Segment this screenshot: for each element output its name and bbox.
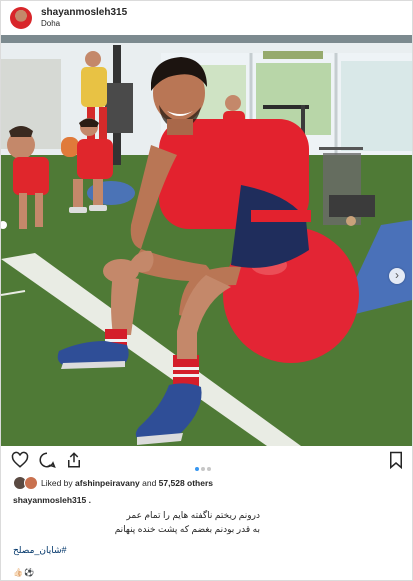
likes-middle: and xyxy=(139,478,159,488)
caption-username[interactable]: shayanmosleh315 . xyxy=(13,495,91,505)
caption-hashtag[interactable]: #شایان_مصلح xyxy=(13,545,67,556)
comment-icon[interactable] xyxy=(38,451,56,469)
likes-count[interactable]: 57,528 others xyxy=(159,478,213,488)
likes-prefix: Liked by xyxy=(41,478,76,488)
likes-text: Liked by afshinpeiravany and 57,528 othe… xyxy=(41,478,213,488)
carousel-dot xyxy=(195,467,199,471)
instagram-post: shayanmosleh315 Doha › Liked by afshinpe… xyxy=(0,0,413,581)
bookmark-icon[interactable] xyxy=(387,451,405,469)
caption-emoji: 👍🏻⚽ xyxy=(13,568,35,577)
caption-line-2: به قدر بودنم بغضم که پشت خنده پنهانم xyxy=(114,524,260,534)
heart-icon[interactable] xyxy=(11,451,29,469)
share-icon[interactable] xyxy=(65,451,83,469)
avatar[interactable] xyxy=(10,7,32,29)
post-username[interactable]: shayanmosleh315 xyxy=(41,7,127,18)
photo-illustration xyxy=(1,35,412,446)
liker-username[interactable]: afshinpeiravany xyxy=(75,478,140,488)
carousel-dot xyxy=(207,467,211,471)
carousel-indicator xyxy=(195,458,213,471)
post-header: shayanmosleh315 Doha xyxy=(1,1,412,35)
post-location[interactable]: Doha xyxy=(41,19,60,28)
carousel-next-button[interactable]: › xyxy=(389,268,405,284)
carousel-dot xyxy=(201,467,205,471)
caption-line-1: درونم ریختم ناگفته هایم را تمام عمر xyxy=(126,510,260,520)
liker-avatar[interactable] xyxy=(24,476,38,490)
post-photo[interactable]: › xyxy=(1,35,412,446)
